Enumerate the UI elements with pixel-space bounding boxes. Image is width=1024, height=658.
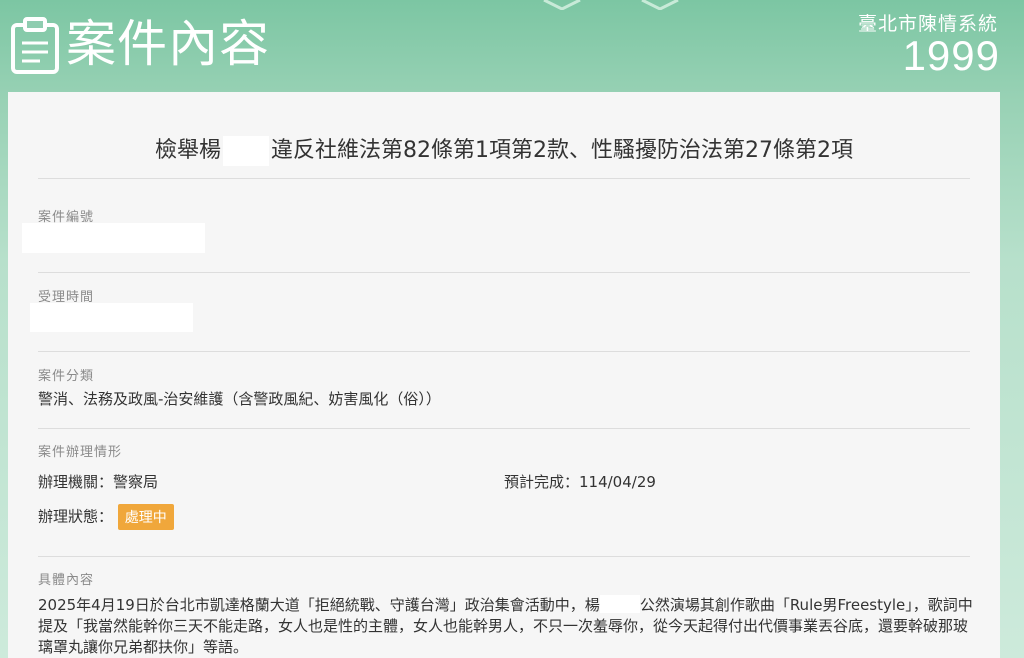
hotline-number: 1999 <box>902 32 1000 79</box>
status-section-label: 案件辦理情形 <box>38 445 123 460</box>
detail-text-part1: 2025年4月19日於台北市凱達格蘭大道「拒絕統戰、守護台灣」政治集會活動中，楊 <box>38 596 600 614</box>
divider <box>38 178 970 179</box>
case-title-prefix: 檢舉楊 <box>155 138 222 163</box>
redaction-block <box>223 136 270 166</box>
chevron-decoration-icon <box>543 0 581 10</box>
case-number-redacted <box>22 223 205 253</box>
page-title: 案件內容 <box>66 15 270 73</box>
status-label: 辦理狀態： <box>38 507 114 526</box>
expected-completion: 預計完成：114/04/29 <box>504 473 656 491</box>
category-value: 警消、法務及政風-治安維護（含警政風紀、妨害風化（俗）） <box>38 390 441 408</box>
detail-content: 2025年4月19日於台北市凱達格蘭大道「拒絕統戰、守護台灣」政治集會活動中，楊… <box>38 595 973 658</box>
case-title: 檢舉楊 違反社維法第82條第1項第2款、性騷擾防治法第27條第2項 <box>8 132 1000 166</box>
divider <box>38 428 970 429</box>
page-header: 案件內容 臺北市陳情系統 1999 <box>0 0 1024 92</box>
handling-agency: 辦理機關：警察局 <box>38 473 159 491</box>
category-label: 案件分類 <box>38 369 95 384</box>
detail-label: 具體內容 <box>38 573 95 588</box>
chevron-decoration-icon <box>641 0 679 10</box>
clipboard-icon <box>11 17 59 74</box>
redaction-block <box>599 595 640 613</box>
status-badge: 處理中 <box>117 504 174 530</box>
divider <box>38 556 970 557</box>
status-row: 辦理狀態： 處理中 <box>38 504 174 530</box>
received-time-redacted <box>30 303 193 332</box>
case-title-suffix: 違反社維法第82條第1項第2款、性騷擾防治法第27條第2項 <box>271 138 853 163</box>
case-detail-card: 檢舉楊 違反社維法第82條第1項第2款、性騷擾防治法第27條第2項 案件編號 受理… <box>8 92 1000 658</box>
divider <box>38 351 970 352</box>
divider <box>38 272 970 273</box>
